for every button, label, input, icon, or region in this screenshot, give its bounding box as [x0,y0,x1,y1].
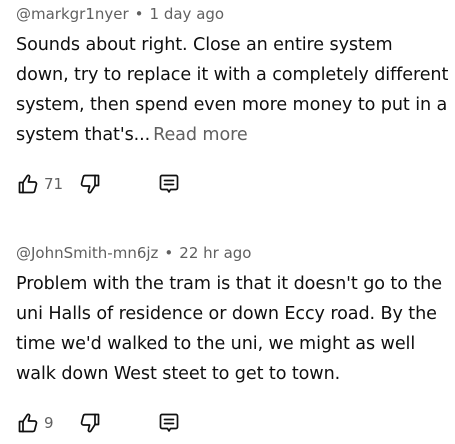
comment-author[interactable]: @JohnSmith-mn6jz [16,244,158,262]
comment-text-content: Problem with the tram is that it doesn't… [16,274,442,384]
reply-icon [157,411,181,435]
comment-actions: 71 [16,170,450,198]
reply-icon [157,172,181,196]
meta-separator: • [134,5,144,23]
dislike-button[interactable] [78,411,157,435]
comment-text: Problem with the tram is that it doesn't… [16,269,450,389]
like-button[interactable]: 9 [16,411,78,435]
read-more-link[interactable]: Read more [153,125,248,145]
like-count: 71 [44,175,64,193]
reply-button[interactable] [157,172,185,196]
thumbs-up-icon [16,411,40,435]
comment-actions: 9 [16,409,450,437]
like-count: 9 [44,414,54,432]
meta-separator: • [164,244,174,262]
like-button[interactable]: 71 [16,172,78,196]
thumbs-up-icon [16,172,40,196]
dislike-button[interactable] [78,172,157,196]
comment-time[interactable]: 1 day ago [150,5,225,23]
thumbs-down-icon [78,411,102,435]
comment-text: Sounds about right. Close an entire syst… [16,30,450,150]
comment-author[interactable]: @markgr1nyer [16,5,129,23]
comment: @markgr1nyer • 1 day ago Sounds about righ… [16,4,450,198]
comment: @JohnSmith-mn6jz • 22 hr ago Problem with … [16,243,450,437]
comment-meta: @JohnSmith-mn6jz • 22 hr ago [16,243,450,263]
reply-button[interactable] [157,411,185,435]
thumbs-down-icon [78,172,102,196]
comment-meta: @markgr1nyer • 1 day ago [16,4,450,24]
comment-time[interactable]: 22 hr ago [179,244,251,262]
